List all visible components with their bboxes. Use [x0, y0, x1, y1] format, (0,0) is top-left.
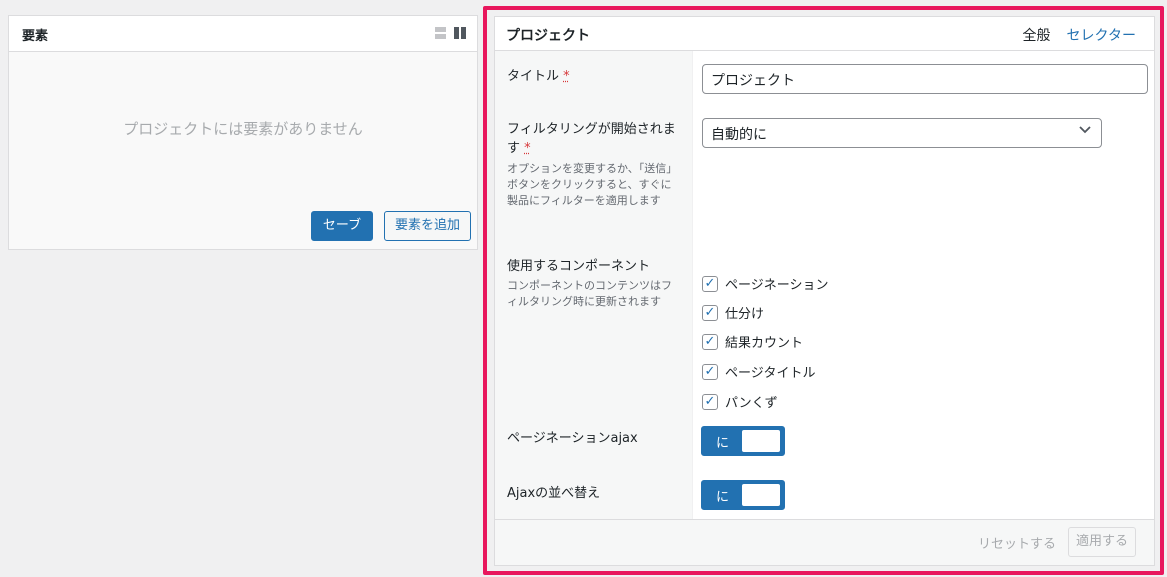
- filtering-field-description: オプションを変更するか、「送信」ボタンをクリックすると、すぐに製品にフィルターを…: [507, 162, 678, 207]
- chevron-down-icon: [1079, 123, 1091, 139]
- toggle-text: に: [716, 436, 730, 451]
- list-view-icon[interactable]: [435, 27, 446, 39]
- checkbox-checked[interactable]: ✓: [702, 363, 718, 380]
- component-option-label: ページネーション: [725, 278, 829, 293]
- panel-tabs: 全般 セレクター: [1023, 25, 1136, 45]
- tab-selectors[interactable]: セレクター: [1067, 25, 1136, 45]
- component-option[interactable]: ✓ 結果カウント: [702, 332, 803, 351]
- elements-panel: 要素 プロジェクトには要素がありません セーブ 要素を追加: [8, 15, 478, 250]
- filtering-select[interactable]: 自動的に: [702, 118, 1102, 148]
- pagination-ajax-label: ページネーションajax: [507, 431, 638, 446]
- title-input[interactable]: プロジェクト: [702, 64, 1148, 94]
- component-option[interactable]: ✓ パンくず: [702, 392, 778, 411]
- project-settings-form: タイトル * フィルタリングが開始されます * オプションを変更するか、「送信」…: [495, 51, 1154, 521]
- label-column: タイトル * フィルタリングが開始されます * オプションを変更するか、「送信」…: [495, 51, 693, 521]
- checkbox-checked[interactable]: ✓: [702, 275, 718, 292]
- project-panel: プロジェクト 全般 セレクター タイトル * フィルタリングが開始されます * …: [494, 16, 1155, 566]
- toggle-text: に: [716, 490, 730, 505]
- required-mark: *: [563, 69, 570, 84]
- component-option-label: パンくず: [725, 396, 778, 411]
- component-option-label: 結果カウント: [725, 336, 804, 351]
- ajax-sort-toggle[interactable]: に: [701, 480, 785, 510]
- pagination-ajax-toggle[interactable]: に: [701, 426, 785, 456]
- elements-panel-header: 要素: [9, 16, 477, 52]
- elements-list: プロジェクトには要素がありません セーブ 要素を追加: [9, 52, 477, 249]
- project-panel-header: プロジェクト 全般 セレクター: [495, 17, 1154, 51]
- toggle-knob: [742, 484, 780, 506]
- checkbox-checked[interactable]: ✓: [702, 333, 718, 350]
- project-panel-title: プロジェクト: [506, 28, 590, 44]
- component-option-label: ページタイトル: [725, 366, 816, 381]
- view-toggle: [435, 27, 466, 39]
- toggle-knob: [742, 430, 780, 452]
- component-option[interactable]: ✓ 仕分け: [702, 303, 764, 322]
- elements-panel-title: 要素: [22, 29, 49, 44]
- title-field-label: タイトル *: [507, 69, 570, 84]
- components-field-label: 使用するコンポーネント: [507, 259, 651, 274]
- component-option-label: 仕分け: [725, 307, 765, 322]
- ajax-sort-label: Ajaxの並べ替え: [507, 486, 601, 501]
- checkbox-checked[interactable]: ✓: [702, 393, 718, 410]
- component-option[interactable]: ✓ ページネーション: [702, 274, 828, 293]
- required-mark: *: [524, 141, 531, 156]
- checkbox-checked[interactable]: ✓: [702, 304, 718, 321]
- filtering-field-label: フィルタリングが開始されます *: [507, 122, 676, 156]
- add-element-button[interactable]: 要素を追加: [384, 211, 471, 241]
- empty-elements-message: プロジェクトには要素がありません: [123, 120, 363, 138]
- reset-link[interactable]: リセットする: [978, 533, 1056, 552]
- grid-view-icon[interactable]: [454, 27, 466, 39]
- panel-footer: リセットする 適用する: [495, 519, 1154, 565]
- components-field-description: コンポーネントのコンテンツはフィルタリング時に更新されます: [507, 279, 672, 308]
- component-option[interactable]: ✓ ページタイトル: [702, 362, 815, 381]
- apply-button[interactable]: 適用する: [1068, 527, 1136, 557]
- save-button[interactable]: セーブ: [311, 211, 373, 241]
- tab-general[interactable]: 全般: [1023, 25, 1051, 45]
- filtering-select-value: 自動的に: [711, 127, 767, 143]
